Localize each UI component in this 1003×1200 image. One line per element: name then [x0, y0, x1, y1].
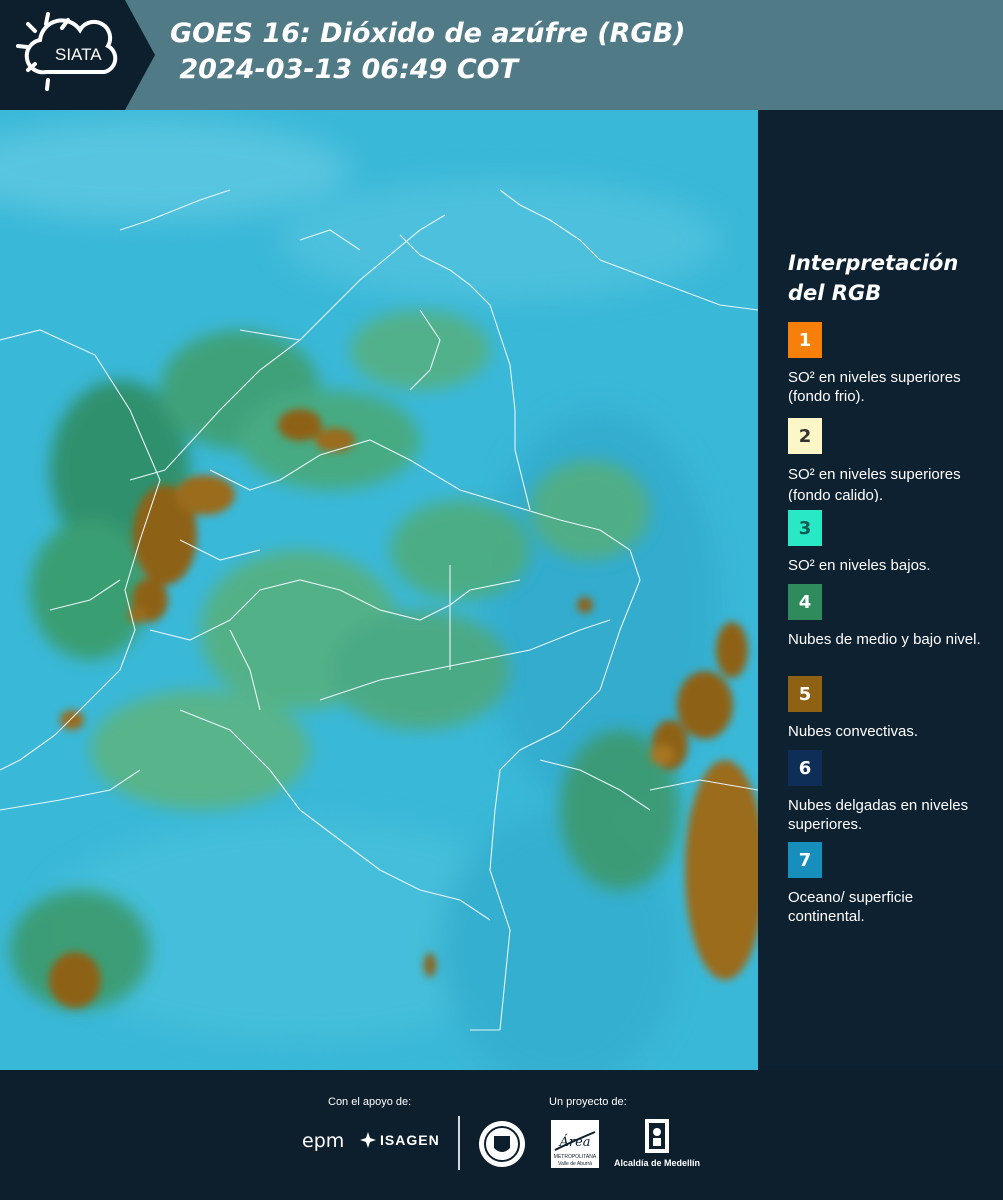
legend-number-3: 3 [798, 517, 812, 539]
legend-swatch-6: 6 [788, 750, 822, 786]
isagen-icon [360, 1132, 376, 1148]
epm-logo-text: epm [302, 1130, 345, 1152]
legend-item-5: 5 Nubes convectivas. [788, 676, 988, 741]
siata-logo-text: SIATA [55, 45, 102, 64]
legend-label-6: Nubes delgadas en niveles superiores. [788, 797, 969, 833]
epm-logo[interactable]: epm [302, 1130, 344, 1152]
page-title: GOES 16: Dióxido de azúfre (RGB) 2024-03… [170, 16, 686, 88]
footer-divider [458, 1116, 460, 1170]
alcaldia-medellin-logo[interactable]: Alcaldía de Medellín [612, 1118, 702, 1170]
legend-title-line-2: del RGB [788, 281, 882, 305]
isagen-logo-text: ISAGEN [380, 1132, 440, 1148]
legend-number-5: 5 [798, 683, 812, 705]
legend-item-6: 6 Nubes delgadas en niveles superiores. [788, 750, 988, 834]
legend-item-1: 1 SO² en niveles superiores (fondo frio)… [788, 322, 988, 406]
medellin-seal-logo[interactable] [478, 1120, 526, 1168]
legend-item-7: 7 Oceano/ superficie continental. [788, 842, 988, 926]
legend-swatch-4: 4 [788, 584, 822, 620]
project-label: Un proyecto de: [549, 1096, 627, 1108]
area-logo-sub1: METROPOLITANA [554, 1154, 597, 1160]
legend-item-3: 3 SO² en niveles bajos. [788, 510, 988, 575]
legend-swatch-7: 7 [788, 842, 822, 878]
legend-label-7: Oceano/ superficie continental. [788, 889, 914, 925]
area-logo-sub2: Valle de Aburrá [558, 1161, 592, 1167]
alcaldia-text: Alcaldía de Medellín [613, 1158, 701, 1168]
satellite-map[interactable] [0, 110, 758, 1070]
legend-item-2: 2 SO² en niveles superiores (fondo calid… [788, 418, 988, 502]
legend-swatch-1: 1 [788, 322, 822, 358]
legend-label-2: SO² en niveles superiores (fondo calido)… [788, 466, 961, 502]
isagen-logo[interactable]: ISAGEN [360, 1132, 440, 1148]
footer: Con el apoyo de: Un proyecto de: epm ISA… [0, 1070, 1003, 1200]
legend-swatch-2: 2 [788, 418, 822, 454]
legend-label-3: SO² en niveles bajos. [788, 557, 931, 574]
title-line-1: GOES 16: Dióxido de azúfre (RGB) [170, 18, 686, 49]
legend-swatch-3: 3 [788, 510, 822, 546]
area-metropolitana-logo[interactable]: Área METROPOLITANA Valle de Aburrá [551, 1120, 599, 1168]
legend-title: Interpretación del RGB [788, 248, 958, 308]
legend-label-1: SO² en niveles superiores (fondo frio). [788, 369, 961, 405]
siata-logo[interactable]: SIATA [0, 0, 155, 110]
legend-panel: Interpretación del RGB 1 SO² en niveles … [758, 110, 1003, 1070]
legend-number-2: 2 [798, 425, 812, 447]
legend-number-1: 1 [798, 329, 812, 351]
title-line-2: 2024-03-13 06:49 COT [170, 54, 519, 85]
legend-item-4: 4 Nubes de medio y bajo nivel. [788, 584, 988, 649]
legend-label-4: Nubes de medio y bajo nivel. [788, 631, 981, 648]
legend-label-5: Nubes convectivas. [788, 723, 919, 740]
legend-number-4: 4 [798, 591, 812, 613]
area-logo-name: Área [558, 1134, 590, 1150]
legend-number-6: 6 [798, 757, 812, 779]
legend-number-7: 7 [798, 849, 812, 871]
legend-swatch-5: 5 [788, 676, 822, 712]
support-label: Con el apoyo de: [328, 1096, 412, 1108]
legend-title-line-1: Interpretación [788, 251, 959, 275]
header-bar: SIATA GOES 16: Dióxido de azúfre (RGB) 2… [0, 0, 1003, 110]
